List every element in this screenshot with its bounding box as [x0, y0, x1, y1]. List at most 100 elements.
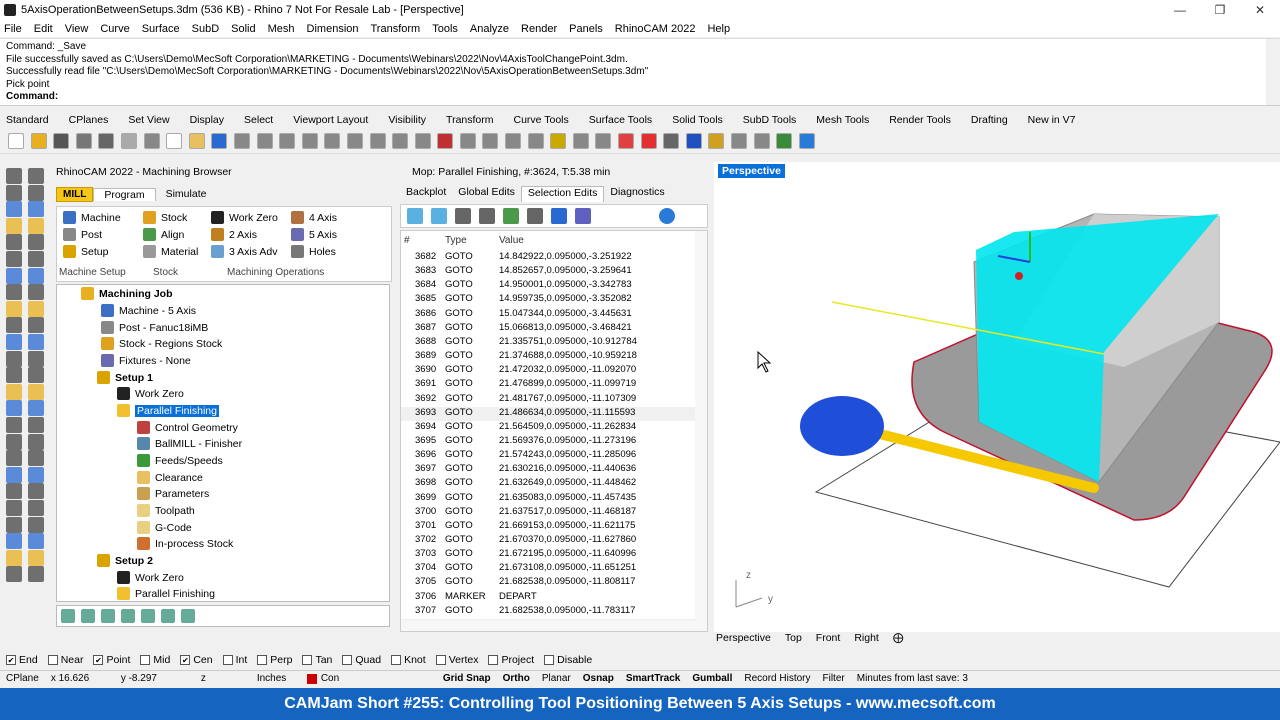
- left-tool-icon[interactable]: [6, 400, 22, 417]
- osnap-point[interactable]: ✔ Point: [93, 654, 130, 666]
- left-tool-icon[interactable]: [28, 566, 44, 583]
- tree-work-zero-1[interactable]: Work Zero: [117, 387, 184, 400]
- tab-simulate[interactable]: Simulate: [156, 188, 217, 200]
- table-row[interactable]: 3703 GOTO 21.672195,0.095000,-11.640996: [401, 548, 697, 562]
- toolbar-tool-icon[interactable]: [685, 132, 702, 149]
- menu-item-help[interactable]: Help: [707, 23, 730, 35]
- toolbar-tab-render-tools[interactable]: Render Tools: [889, 114, 951, 126]
- left-tool-icon[interactable]: [28, 284, 44, 301]
- tree-tool-icon[interactable]: [81, 609, 95, 623]
- grid-snap-toggle[interactable]: Grid Snap: [437, 673, 497, 684]
- toolbar-tool-icon[interactable]: [708, 132, 725, 149]
- toolbar-tool-icon[interactable]: [618, 132, 635, 149]
- toolbar-tool-icon[interactable]: [75, 132, 92, 149]
- toolbar-tool-icon[interactable]: [640, 132, 657, 149]
- record-history-toggle[interactable]: Record History: [738, 673, 816, 684]
- toolbar-tool-icon[interactable]: [53, 132, 70, 149]
- toolbar-tab-cplanes[interactable]: CPlanes: [69, 114, 109, 126]
- checkbox-icon[interactable]: ✔: [6, 655, 16, 665]
- osnap-toggle[interactable]: Osnap: [577, 673, 620, 684]
- toolbar-tool-icon[interactable]: [98, 132, 115, 149]
- table-row[interactable]: 3692 GOTO 21.481767,0.095000,-11.107309: [401, 393, 697, 407]
- toolbar-tool-icon[interactable]: [279, 132, 296, 149]
- toolbar-tool-icon[interactable]: [798, 132, 815, 149]
- toolbar-tool-icon[interactable]: [233, 132, 250, 149]
- viewport-title[interactable]: Perspective: [718, 164, 785, 178]
- left-tool-icon[interactable]: [28, 533, 44, 550]
- checkbox-icon[interactable]: [140, 655, 151, 665]
- left-tool-icon[interactable]: [28, 466, 44, 483]
- table-row[interactable]: 3704 GOTO 21.673108,0.095000,-11.651251: [401, 562, 697, 576]
- menu-item-panels[interactable]: Panels: [569, 23, 603, 35]
- menu-item-transform[interactable]: Transform: [371, 23, 421, 35]
- left-tool-icon[interactable]: [28, 483, 44, 500]
- toolbar-tab-curve-tools[interactable]: Curve Tools: [514, 114, 569, 126]
- stock-button[interactable]: Stock: [143, 211, 187, 224]
- tab-front[interactable]: Front: [816, 632, 841, 646]
- osnap-cen[interactable]: ✔ Cen: [180, 654, 213, 666]
- tree-post[interactable]: Post - Fanuc18iMB: [101, 321, 208, 334]
- checkbox-icon[interactable]: [391, 655, 402, 665]
- table-row[interactable]: 3701 GOTO 21.669153,0.095000,-11.621175: [401, 520, 697, 534]
- ortho-toggle[interactable]: Ortho: [497, 673, 536, 684]
- left-tool-icon[interactable]: [28, 184, 44, 201]
- tab-program[interactable]: Program: [93, 187, 156, 201]
- grid-vscrollbar[interactable]: [695, 231, 707, 631]
- four-axis-button[interactable]: 4 Axis: [291, 211, 337, 224]
- osnap-disable[interactable]: Disable: [544, 654, 592, 666]
- left-tool-icon[interactable]: [6, 217, 22, 234]
- left-tool-icon[interactable]: [6, 334, 22, 350]
- tab-top[interactable]: Top: [785, 632, 802, 646]
- holes-button[interactable]: Holes: [291, 245, 336, 258]
- undo-icon[interactable]: [551, 208, 567, 224]
- toolbar-tab-select[interactable]: Select: [244, 114, 273, 126]
- menu-item-subd[interactable]: SubD: [192, 23, 220, 35]
- left-tool-icon[interactable]: [28, 549, 44, 566]
- material-button[interactable]: Material: [143, 245, 198, 258]
- select-icon[interactable]: [407, 208, 423, 224]
- close-icon[interactable]: ✕: [1240, 0, 1280, 20]
- toolbar-tab-viewport-layout[interactable]: Viewport Layout: [293, 114, 368, 126]
- left-tool-icon[interactable]: [28, 500, 44, 516]
- tab-global-edits[interactable]: Global Edits: [452, 186, 521, 202]
- grid-hscrollbar[interactable]: [401, 619, 697, 631]
- toolbar-tool-icon[interactable]: [414, 132, 431, 149]
- left-tool-icon[interactable]: [28, 516, 44, 533]
- table-row[interactable]: 3687 GOTO 15.066813,0.095000,-3.468421: [401, 322, 697, 336]
- left-tool-icon[interactable]: [28, 267, 44, 284]
- table-row[interactable]: 3694 GOTO 21.564509,0.095000,-11.262834: [401, 421, 697, 435]
- menu-item-render[interactable]: Render: [521, 23, 557, 35]
- tree-clearance[interactable]: Clearance: [137, 471, 203, 484]
- left-tool-icon[interactable]: [6, 251, 22, 267]
- left-tool-icon[interactable]: [28, 234, 44, 251]
- left-tool-icon[interactable]: [28, 400, 44, 417]
- checkbox-icon[interactable]: [435, 655, 446, 665]
- osnap-project[interactable]: Project: [488, 654, 534, 666]
- menu-item-mesh[interactable]: Mesh: [268, 23, 295, 35]
- osnap-tan[interactable]: Tan: [302, 654, 332, 666]
- left-tool-icon[interactable]: [6, 350, 22, 367]
- osnap-quad[interactable]: Quad: [342, 654, 381, 666]
- three-axis-adv-button[interactable]: 3 Axis Adv: [211, 245, 277, 258]
- cut-range-icon[interactable]: [479, 208, 495, 224]
- toolbar-tool-icon[interactable]: [8, 132, 24, 149]
- toolbar-tool-icon[interactable]: [120, 132, 137, 149]
- menu-item-view[interactable]: View: [65, 23, 89, 35]
- toolbar-tool-icon[interactable]: [256, 132, 273, 149]
- left-tool-icon[interactable]: [6, 549, 22, 566]
- tree-stock[interactable]: Stock - Regions Stock: [101, 337, 222, 350]
- tree-parallel-finishing-2[interactable]: Parallel Finishing: [117, 587, 215, 600]
- toolbar-tab-transform[interactable]: Transform: [446, 114, 493, 126]
- mill-module-button[interactable]: MILL: [56, 186, 94, 202]
- left-tool-icon[interactable]: [6, 466, 22, 483]
- toolbar-tool-icon[interactable]: [437, 132, 454, 149]
- setup-button[interactable]: Setup: [63, 245, 108, 258]
- left-tool-icon[interactable]: [6, 367, 22, 384]
- left-tool-icon[interactable]: [6, 516, 22, 533]
- filter-toggle[interactable]: Filter: [817, 673, 851, 684]
- left-tool-icon[interactable]: [6, 533, 22, 550]
- tree-gcode[interactable]: G-Code: [137, 521, 192, 534]
- left-tool-icon[interactable]: [28, 201, 44, 218]
- left-tool-icon[interactable]: [28, 168, 44, 184]
- left-tool-icon[interactable]: [28, 433, 44, 450]
